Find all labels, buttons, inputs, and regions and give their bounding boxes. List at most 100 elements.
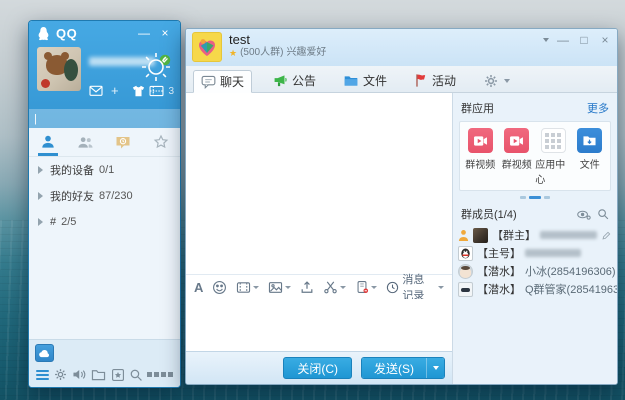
user-avatar[interactable] xyxy=(37,47,81,91)
member-avatar xyxy=(458,246,473,261)
favorites-box-icon[interactable] xyxy=(111,368,125,382)
member-name: Q群管家(2854196310) xyxy=(525,281,618,297)
settings-gear-icon[interactable] xyxy=(53,367,68,382)
screenshot-scissors-button[interactable] xyxy=(323,280,346,294)
tab-label: 聊天 xyxy=(220,73,244,90)
contact-person-icon xyxy=(40,134,56,150)
chat-footer-bar: 关闭(C) 发送(S) xyxy=(186,351,452,384)
main-menu-button[interactable] xyxy=(36,370,49,380)
expand-arrow-icon xyxy=(38,166,43,174)
chat-header[interactable]: test ★ (500人群) 兴趣爱好 — □ × xyxy=(186,29,617,66)
cloud-sync-button[interactable] xyxy=(35,344,54,362)
mail-icon[interactable] xyxy=(89,85,103,97)
group-tag: 兴趣爱好 xyxy=(286,47,326,59)
gear-icon xyxy=(483,73,499,89)
member-row-main-account[interactable]: 【主号】 xyxy=(453,244,617,262)
group-level-star-icon: ★ xyxy=(229,47,237,59)
group-title: test xyxy=(229,32,326,47)
chat-tab-bar: 聊天 公告 文件 活动 xyxy=(186,66,617,93)
tab-label: 活动 xyxy=(432,72,456,89)
dressup-shirt-icon[interactable] xyxy=(132,85,145,97)
member-avatar xyxy=(458,264,473,279)
qq-titlebar[interactable]: QQ — × xyxy=(29,21,180,45)
member-row-owner[interactable]: 【群主】 xyxy=(453,226,617,244)
send-button[interactable]: 发送(S) xyxy=(362,358,426,378)
tab-recent-sessions[interactable] xyxy=(105,128,143,156)
emoji-button[interactable] xyxy=(212,280,227,295)
tab-announcement[interactable]: 公告 xyxy=(265,69,323,92)
app-group-video-2[interactable]: 群视频 xyxy=(499,128,535,186)
group-label: 我的设备 xyxy=(50,162,94,178)
chat-close-button[interactable]: × xyxy=(598,33,612,47)
group-apps-header: 群应用 xyxy=(461,100,494,116)
tab-activities[interactable]: 活动 xyxy=(407,69,463,92)
qq-contact-panel: 我的设备 0/1 我的好友 87/230 # 2/5 xyxy=(29,128,180,387)
qq-profile-area: + 3 xyxy=(29,45,180,109)
group-people-icon xyxy=(77,135,94,150)
close-chat-button[interactable]: 关闭(C) xyxy=(283,357,352,379)
app-group-video-1[interactable]: 群视频 xyxy=(462,128,498,186)
coupon-icon[interactable] xyxy=(149,85,164,97)
sound-speaker-icon[interactable] xyxy=(72,368,87,381)
app-center[interactable]: 应用中心 xyxy=(535,128,571,186)
member-avatar xyxy=(458,282,473,297)
member-role: 【潜水】 xyxy=(477,281,521,297)
tab-contacts[interactable] xyxy=(29,128,67,156)
send-options-caret[interactable] xyxy=(426,358,444,378)
chat-maximize-button[interactable]: □ xyxy=(577,33,591,47)
font-button[interactable]: A xyxy=(194,280,203,295)
expand-arrow-icon xyxy=(38,218,43,226)
tab-label: 公告 xyxy=(292,72,316,89)
member-row-xiaobing[interactable]: 【潜水】 小冰(2854196306) xyxy=(453,262,617,280)
more-apps-link[interactable]: 更多 xyxy=(587,100,609,116)
contact-group-devices[interactable]: 我的设备 0/1 xyxy=(29,157,180,183)
tab-favorites[interactable] xyxy=(142,128,180,156)
qq-header: QQ — × xyxy=(29,21,180,128)
qq-close-button[interactable]: × xyxy=(157,25,173,41)
sticker-button[interactable] xyxy=(236,281,259,294)
chat-minimize-button[interactable]: — xyxy=(556,33,570,47)
qq-minimize-button[interactable]: — xyxy=(136,25,152,41)
clock-icon xyxy=(386,281,399,294)
tab-chat[interactable]: 聊天 xyxy=(193,70,252,93)
recent-bubble-icon xyxy=(115,135,131,150)
group-label: # xyxy=(50,216,56,228)
chat-settings-button[interactable] xyxy=(476,69,517,92)
weather-sun-icon[interactable] xyxy=(138,49,174,85)
tab-groups[interactable] xyxy=(67,128,105,156)
image-button[interactable] xyxy=(268,281,291,294)
group-avatar[interactable] xyxy=(192,32,222,62)
chat-bubble-icon xyxy=(201,75,216,89)
apps-pagination[interactable] xyxy=(453,196,617,199)
dressup-count-badge: 3 xyxy=(168,86,174,97)
qq-window-title: QQ xyxy=(56,26,77,41)
group-subtitle: ★ (500人群) 兴趣爱好 xyxy=(229,47,326,59)
group-video-icon xyxy=(504,128,529,153)
signature-input[interactable]: | xyxy=(29,109,180,128)
send-file-button[interactable] xyxy=(300,280,314,294)
edit-pencil-icon[interactable] xyxy=(601,230,612,241)
app-group-files[interactable]: 文件 xyxy=(572,128,608,186)
folder-icon[interactable] xyxy=(91,368,106,381)
chat-column: A xyxy=(186,93,453,384)
message-input[interactable] xyxy=(186,299,452,351)
contact-group-hash[interactable]: # 2/5 xyxy=(29,209,180,235)
member-row-qmanager[interactable]: 【潜水】 Q群管家(2854196310) xyxy=(453,280,617,298)
member-view-eye-icon[interactable] xyxy=(576,208,591,220)
search-icon[interactable] xyxy=(129,368,143,382)
window-menu-caret[interactable] xyxy=(543,38,549,42)
blue-folder-icon xyxy=(343,74,359,87)
qq-main-window: QQ — × xyxy=(28,20,181,388)
contact-group-friends[interactable]: 我的好友 87/230 xyxy=(29,183,180,209)
voice-message-button[interactable] xyxy=(355,280,377,294)
member-search-icon[interactable] xyxy=(597,208,609,220)
tab-label: 文件 xyxy=(363,72,387,89)
qq-nav-tabs xyxy=(29,128,180,157)
group-chat-window: test ★ (500人群) 兴趣爱好 — □ × 聊天 公告 xyxy=(185,28,618,385)
app-center-icon xyxy=(541,128,566,153)
tab-files[interactable]: 文件 xyxy=(336,69,394,92)
members-header: 群成员(1/4) xyxy=(461,206,517,222)
add-icon[interactable]: + xyxy=(111,83,119,98)
apps-grid-icon[interactable] xyxy=(147,372,173,377)
message-area[interactable] xyxy=(186,93,452,274)
